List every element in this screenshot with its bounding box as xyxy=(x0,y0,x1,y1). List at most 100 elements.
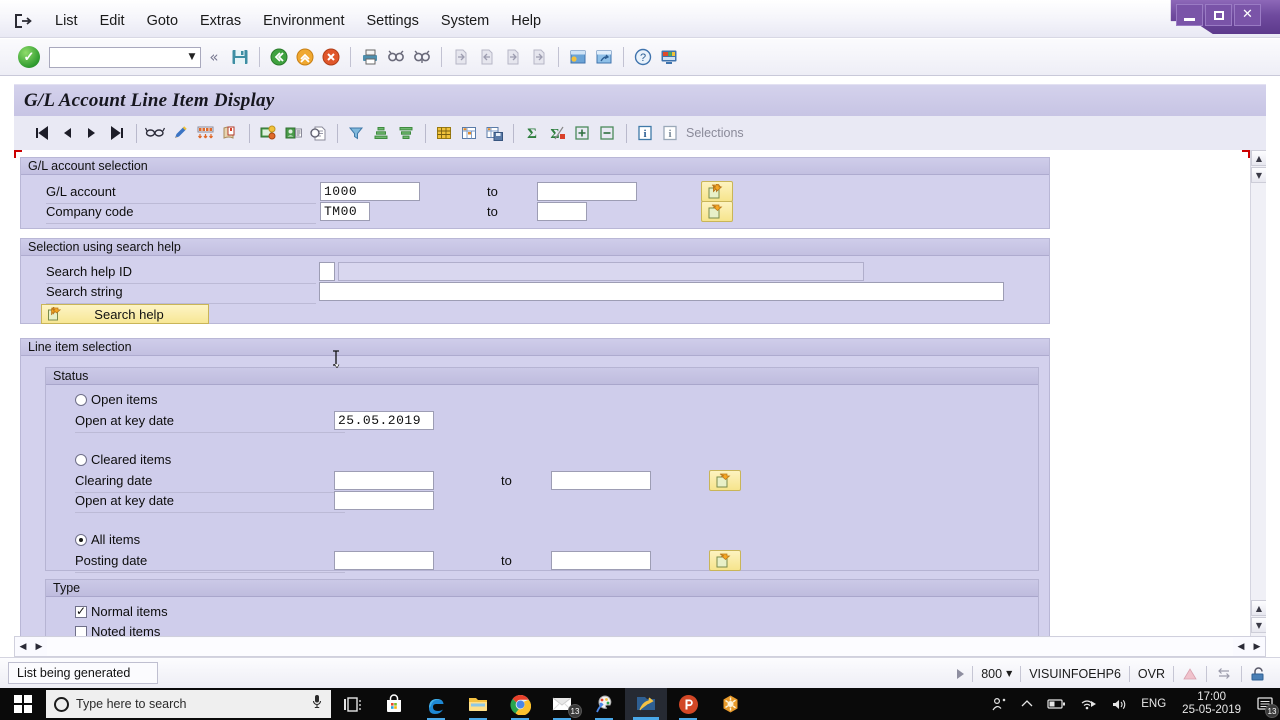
last-entry-icon[interactable] xyxy=(105,121,129,145)
play-triangle-icon[interactable] xyxy=(949,668,972,679)
create-session-icon[interactable] xyxy=(565,44,591,70)
people-icon[interactable] xyxy=(984,697,1014,712)
scroll-down-arrow-icon[interactable]: ▼ xyxy=(1251,167,1266,183)
last-page-icon[interactable] xyxy=(526,44,552,70)
insert-mode-indicator[interactable]: OVR xyxy=(1130,667,1173,681)
chevron-down-icon[interactable]: ▼ xyxy=(184,52,200,62)
set-filter-icon[interactable] xyxy=(344,121,368,145)
help-icon[interactable]: ? xyxy=(630,44,656,70)
export-icon[interactable] xyxy=(457,121,481,145)
input-gl-account-to[interactable] xyxy=(537,182,637,201)
language-indicator[interactable]: ENG xyxy=(1134,698,1173,710)
cancel-icon[interactable] xyxy=(318,44,344,70)
multiple-selection-icon-posting-date[interactable] xyxy=(709,550,741,571)
camtasia-icon[interactable] xyxy=(709,688,751,720)
action-center-icon[interactable]: 13 xyxy=(1250,688,1280,720)
collapse-all-icon[interactable] xyxy=(595,121,619,145)
sap-logon-icon[interactable] xyxy=(625,688,667,720)
scroll-down-arrow-icon-bottom[interactable]: ▼ xyxy=(1251,617,1266,633)
scroll-up-arrow-icon-bottom[interactable]: ▲ xyxy=(1251,600,1266,616)
radio-cleared-items[interactable] xyxy=(75,454,87,466)
next-entry-icon[interactable] xyxy=(80,121,104,145)
microsoft-store-icon[interactable] xyxy=(373,688,415,720)
menu-item-extras[interactable]: Extras xyxy=(189,10,252,32)
detail-info-icon[interactable]: i xyxy=(633,121,657,145)
scroll-left-arrow-icon[interactable]: ◀ xyxy=(15,638,31,656)
checkbox-noted-items[interactable] xyxy=(75,626,87,636)
session-indicator-icon[interactable] xyxy=(1174,667,1206,681)
selections-info-icon[interactable]: i xyxy=(658,121,682,145)
client-indicator[interactable]: 800 ▼ xyxy=(973,667,1020,681)
volume-icon[interactable] xyxy=(1104,698,1134,711)
back-icon[interactable] xyxy=(266,44,292,70)
subtotal-icon[interactable]: Σ xyxy=(545,121,569,145)
input-open-at-key-date-2[interactable] xyxy=(334,491,434,510)
menu-item-goto[interactable]: Goto xyxy=(136,10,189,32)
sort-descending-icon[interactable] xyxy=(394,121,418,145)
radio-open-items[interactable] xyxy=(75,394,87,406)
horizontal-scrollbar[interactable]: ◀ ▶ ◀ ▶ xyxy=(14,636,1266,657)
microphone-icon[interactable] xyxy=(311,694,323,714)
input-open-at-key-date-1[interactable]: 25.05.2019 xyxy=(334,411,434,430)
input-gl-account-from[interactable]: 1000 xyxy=(320,182,420,201)
scroll-left-page-icon[interactable]: ▶ xyxy=(31,638,47,656)
menu-item-edit[interactable]: Edit xyxy=(89,10,136,32)
minimize-button[interactable] xyxy=(1176,4,1203,26)
document-overview-icon[interactable] xyxy=(306,121,330,145)
horizontal-scroll-track[interactable] xyxy=(47,637,1233,656)
input-clearing-date-to[interactable] xyxy=(551,471,651,490)
input-search-help-id[interactable] xyxy=(319,262,335,281)
multiple-selection-icon-gl-account[interactable] xyxy=(701,181,733,202)
spreadsheet-icon[interactable] xyxy=(432,121,456,145)
chrome-browser-icon[interactable] xyxy=(499,688,541,720)
change-mode-icon[interactable] xyxy=(168,121,192,145)
task-view-icon[interactable] xyxy=(331,688,373,720)
collapse-icon[interactable]: « xyxy=(201,44,227,70)
network-icon[interactable] xyxy=(1073,698,1104,711)
expand-all-icon[interactable] xyxy=(570,121,594,145)
checkbox-normal-items[interactable] xyxy=(75,604,87,618)
first-entry-icon[interactable] xyxy=(30,121,54,145)
scroll-right-arrow-icon[interactable]: ▶ xyxy=(1249,638,1265,656)
show-hidden-icons-icon[interactable] xyxy=(1014,699,1040,709)
customize-local-layout-icon[interactable] xyxy=(656,44,682,70)
edge-browser-icon[interactable] xyxy=(415,688,457,720)
file-explorer-icon[interactable] xyxy=(457,688,499,720)
powerpoint-icon[interactable] xyxy=(667,688,709,720)
command-field[interactable]: ▼ xyxy=(49,46,201,68)
find-next-icon[interactable] xyxy=(409,44,435,70)
input-posting-date-to[interactable] xyxy=(551,551,651,570)
multiple-selection-icon-clearing-date[interactable] xyxy=(709,470,741,491)
select-layout-icon[interactable] xyxy=(193,121,217,145)
exit-icon[interactable] xyxy=(292,44,318,70)
previous-entry-icon[interactable] xyxy=(55,121,79,145)
print-icon[interactable] xyxy=(357,44,383,70)
vertical-scrollbar[interactable]: ▲ ▼ ▲ ▼ xyxy=(1250,150,1266,636)
paint-icon[interactable] xyxy=(583,688,625,720)
battery-icon[interactable] xyxy=(1040,698,1073,710)
menu-item-environment[interactable]: Environment xyxy=(252,10,355,32)
input-company-code-from[interactable]: TM00 xyxy=(320,202,370,221)
mail-icon[interactable]: 13 xyxy=(541,688,583,720)
mass-change-icon[interactable] xyxy=(281,121,305,145)
radio-all-items[interactable] xyxy=(75,534,87,546)
scroll-up-arrow-icon[interactable]: ▲ xyxy=(1251,150,1266,166)
input-clearing-date-from[interactable] xyxy=(334,471,434,490)
menu-item-help[interactable]: Help xyxy=(500,10,552,32)
save-icon[interactable] xyxy=(227,44,253,70)
windows-start-icon[interactable] xyxy=(0,688,46,720)
total-icon[interactable]: Σ xyxy=(520,121,544,145)
previous-page-icon[interactable] xyxy=(474,44,500,70)
save-layout-icon[interactable] xyxy=(482,121,506,145)
close-button[interactable]: ✕ xyxy=(1234,4,1261,26)
next-page-icon[interactable] xyxy=(500,44,526,70)
multiple-selection-icon-company-code[interactable] xyxy=(701,201,733,222)
menu-item-system[interactable]: System xyxy=(430,10,500,32)
menu-item-list[interactable]: List xyxy=(44,10,89,32)
clock[interactable]: 17:00 25-05-2019 xyxy=(1173,691,1250,717)
display-mode-icon[interactable] xyxy=(143,121,167,145)
search-input[interactable]: Type here to search xyxy=(46,690,331,718)
create-shortcut-icon[interactable] xyxy=(591,44,617,70)
menu-item-settings[interactable]: Settings xyxy=(356,10,430,32)
sort-ascending-icon[interactable] xyxy=(369,121,393,145)
